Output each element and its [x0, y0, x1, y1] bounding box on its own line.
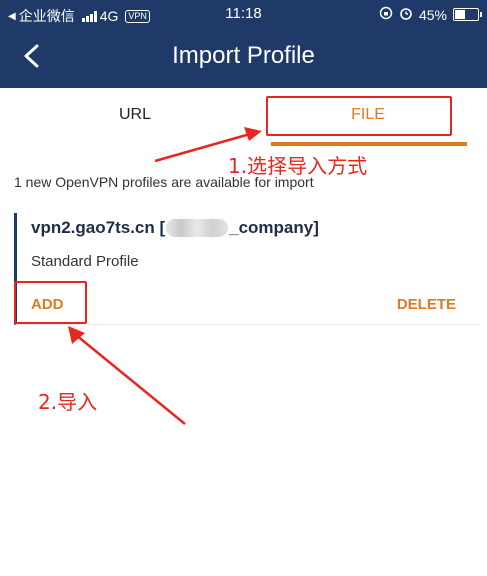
annotation-arrow-1 [154, 127, 262, 163]
annotation-arrows [68, 127, 262, 425]
annotation-arrow-2 [68, 326, 186, 425]
